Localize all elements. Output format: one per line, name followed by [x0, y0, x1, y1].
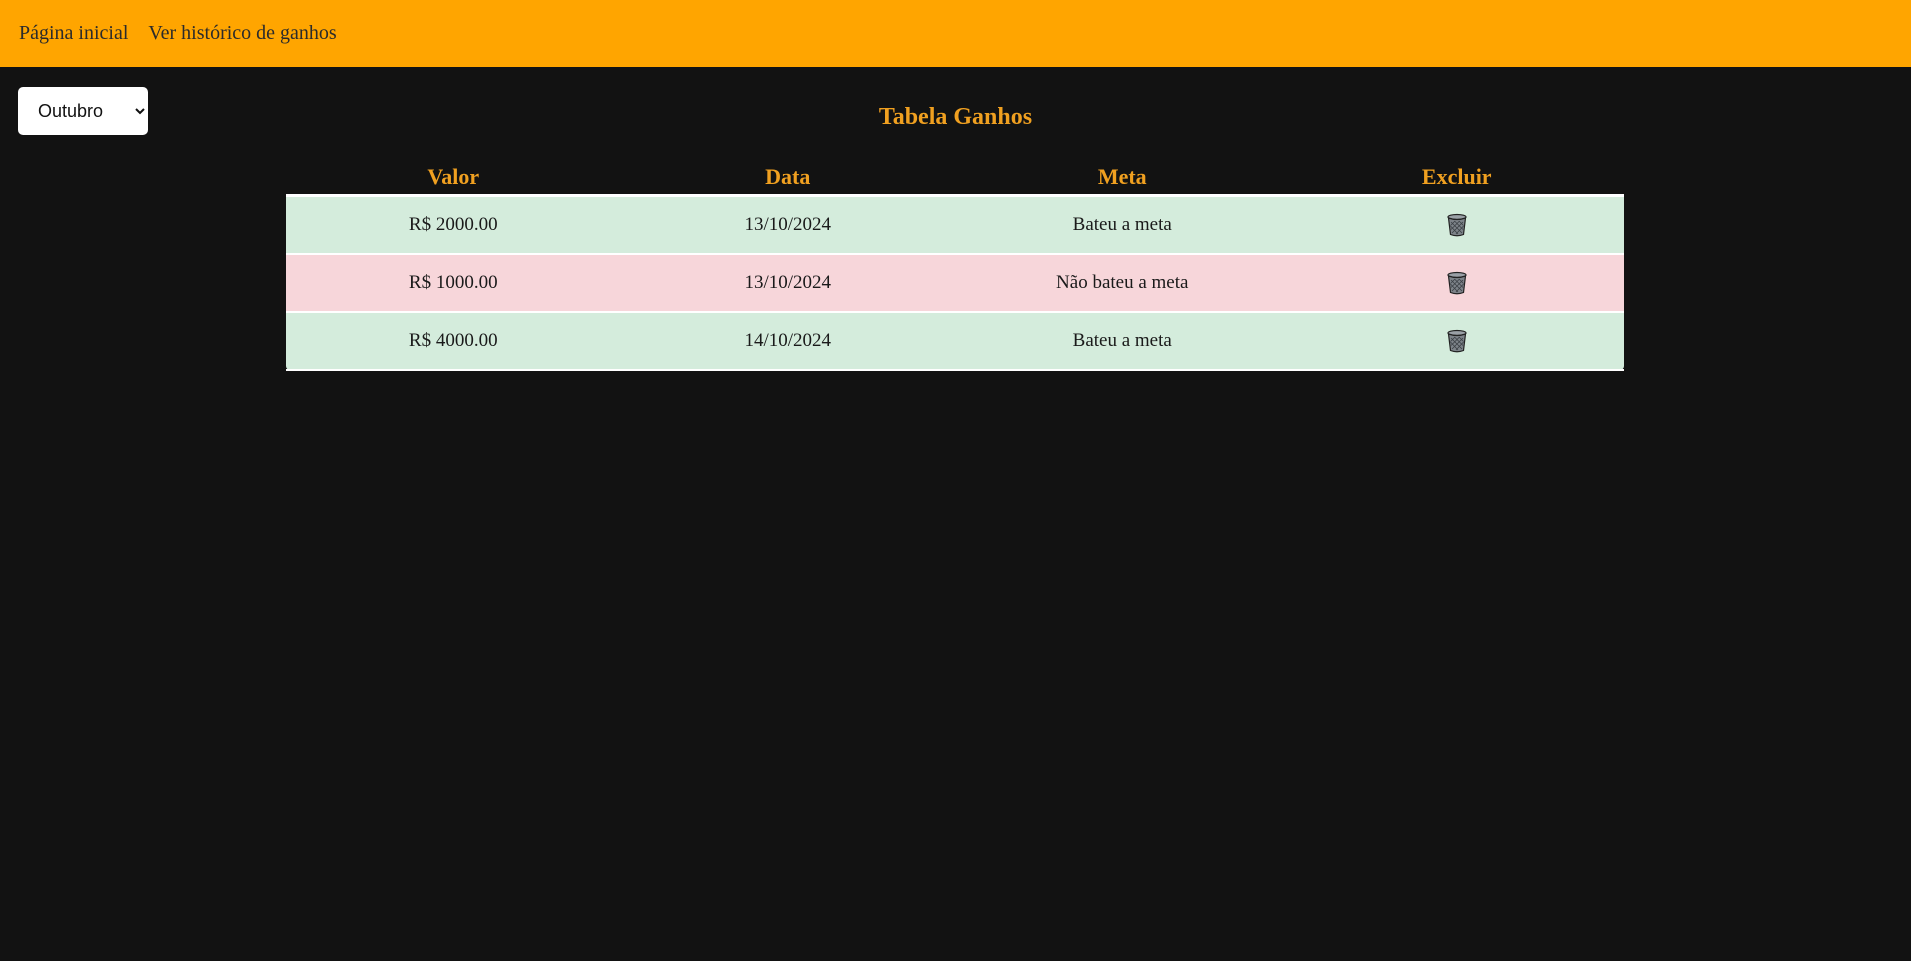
cell-excluir: [1290, 312, 1625, 370]
nav-link-home[interactable]: Página inicial: [19, 22, 128, 45]
table-row: R$ 4000.00 14/10/2024 Bateu a meta: [286, 311, 1625, 370]
header-meta: Meta: [955, 160, 1290, 197]
earnings-table: Valor Data Meta Excluir R$ 2000.00 13/10…: [286, 160, 1624, 371]
trash-icon[interactable]: [1446, 329, 1468, 353]
header-valor: Valor: [286, 160, 621, 197]
nav-link-history[interactable]: Ver histórico de ganhos: [148, 22, 336, 45]
earnings-table-container: Valor Data Meta Excluir R$ 2000.00 13/10…: [286, 160, 1624, 371]
cell-data: 14/10/2024: [744, 329, 832, 351]
table-row: R$ 2000.00 13/10/2024 Bateu a meta: [286, 195, 1625, 254]
cell-meta: Bateu a meta: [1072, 329, 1172, 351]
table-header-row: Valor Data Meta Excluir: [286, 160, 1624, 197]
table-title: Tabela Ganhos: [878, 104, 1033, 130]
header-data: Data: [620, 160, 955, 197]
top-navbar: Página inicial Ver histórico de ganhos: [0, 0, 1911, 67]
cell-valor: R$ 1000.00: [408, 271, 498, 293]
trash-icon[interactable]: [1446, 271, 1468, 295]
header-excluir: Excluir: [1289, 160, 1624, 197]
cell-meta: Bateu a meta: [1072, 213, 1172, 235]
cell-data: 13/10/2024: [744, 271, 832, 293]
cell-valor: R$ 4000.00: [408, 329, 498, 351]
cell-data: 13/10/2024: [744, 213, 832, 235]
cell-meta: Não bateu a meta: [1056, 271, 1189, 293]
trash-icon[interactable]: [1446, 213, 1468, 237]
cell-excluir: [1290, 254, 1625, 312]
cell-valor: R$ 2000.00: [408, 213, 498, 235]
table-row: R$ 1000.00 13/10/2024 Não bateu a meta: [286, 253, 1625, 312]
cell-excluir: [1290, 196, 1625, 254]
